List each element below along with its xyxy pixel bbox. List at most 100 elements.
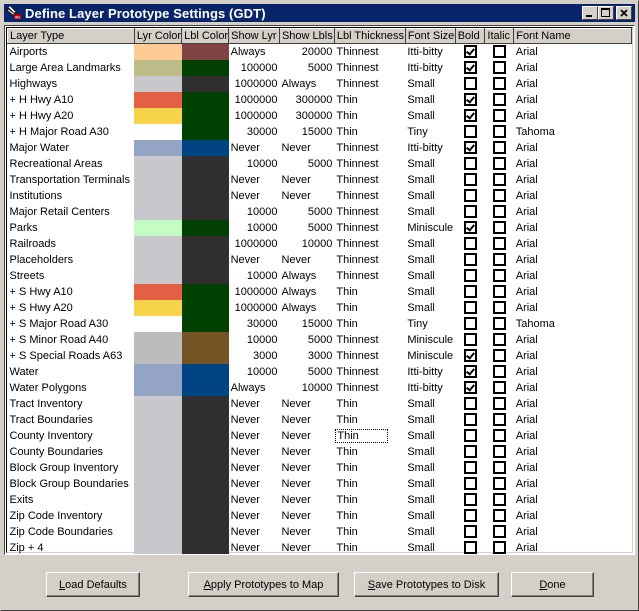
italic-cell[interactable] xyxy=(485,204,514,220)
bold-checkbox[interactable] xyxy=(463,157,477,170)
show-lyr-cell[interactable]: 1000000 xyxy=(229,300,280,316)
show-lbls-cell[interactable]: Never xyxy=(279,396,334,412)
italic-checkbox[interactable] xyxy=(492,269,506,282)
lbl-color-swatch[interactable] xyxy=(181,219,229,236)
lbl-color-swatch[interactable] xyxy=(181,379,229,396)
italic-cell[interactable] xyxy=(485,396,514,412)
show-lbls-cell[interactable]: Never xyxy=(279,140,334,156)
italic-cell[interactable] xyxy=(485,332,514,348)
show-lyr-cell[interactable]: Never xyxy=(229,492,280,508)
lbl-color-swatch[interactable] xyxy=(181,75,229,92)
layer-type-cell[interactable]: + S Hwy A10 xyxy=(8,284,135,300)
show-lyr-cell[interactable]: 1000000 xyxy=(229,76,280,92)
table-row[interactable]: County Inventory Never Never Thin Small Arial xyxy=(8,427,632,444)
bold-cell[interactable] xyxy=(455,492,485,508)
lyr-color-swatch[interactable] xyxy=(134,379,182,396)
italic-cell[interactable] xyxy=(485,92,514,108)
italic-checkbox[interactable] xyxy=(492,189,506,202)
table-row[interactable]: Transportation Terminals Never Never Thinne… xyxy=(8,171,632,188)
italic-checkbox[interactable] xyxy=(492,301,506,314)
font-name-cell[interactable]: Arial xyxy=(514,508,632,524)
italic-cell[interactable] xyxy=(485,444,514,460)
bold-checkbox[interactable] xyxy=(463,509,477,522)
show-lyr-cell[interactable]: 1000000 xyxy=(229,92,280,108)
bold-cell[interactable] xyxy=(455,364,485,380)
lyr-color-swatch[interactable] xyxy=(134,155,182,172)
italic-checkbox[interactable] xyxy=(492,125,506,138)
italic-checkbox[interactable] xyxy=(492,221,506,234)
bold-checkbox[interactable] xyxy=(463,477,477,490)
lbl-thickness-cell[interactable]: Thinnest xyxy=(334,252,405,268)
font-name-cell[interactable]: Arial xyxy=(514,76,632,92)
bold-checkbox[interactable] xyxy=(463,61,477,74)
font-size-cell[interactable]: Miniscule xyxy=(405,220,455,236)
bold-checkbox[interactable] xyxy=(463,269,477,282)
lbl-thickness-cell[interactable]: Thinnest xyxy=(334,140,405,156)
bold-cell[interactable] xyxy=(455,92,485,108)
font-size-cell[interactable]: Small xyxy=(405,540,455,555)
lbl-color-swatch[interactable] xyxy=(181,155,229,172)
lbl-thickness-cell[interactable]: Thinnest xyxy=(334,44,405,60)
lbl-thickness-cell[interactable]: Thinnest xyxy=(334,172,405,188)
lbl-thickness-cell[interactable]: Thinnest xyxy=(334,380,405,396)
bold-checkbox[interactable] xyxy=(463,285,477,298)
lbl-color-swatch[interactable] xyxy=(181,475,229,492)
lbl-thickness-cell[interactable]: Thin xyxy=(334,492,405,508)
show-lyr-cell[interactable]: 10000 xyxy=(229,220,280,236)
show-lbls-cell[interactable]: Never xyxy=(279,492,334,508)
column-header-lbl-color[interactable]: Lbl Color xyxy=(181,28,230,44)
lyr-color-swatch[interactable] xyxy=(134,491,182,508)
layer-type-cell[interactable]: Zip Code Boundaries xyxy=(8,524,135,540)
layer-type-cell[interactable]: Block Group Boundaries xyxy=(8,476,135,492)
lbl-color-swatch[interactable] xyxy=(181,203,229,220)
lbl-color-swatch[interactable] xyxy=(181,107,229,124)
lbl-color-swatch[interactable] xyxy=(181,411,229,428)
bold-checkbox[interactable] xyxy=(463,77,477,90)
show-lyr-cell[interactable]: 10000 xyxy=(229,156,280,172)
font-name-cell[interactable]: Arial xyxy=(514,268,632,284)
lbl-thickness-cell[interactable]: Thin xyxy=(334,524,405,540)
lbl-color-swatch[interactable] xyxy=(181,443,229,460)
font-name-cell[interactable]: Arial xyxy=(514,444,632,460)
lbl-color-swatch[interactable] xyxy=(181,187,229,204)
italic-checkbox[interactable] xyxy=(492,477,506,490)
lbl-thickness-cell[interactable]: Thinnest xyxy=(334,332,405,348)
show-lyr-cell[interactable]: 3000 xyxy=(229,348,280,364)
lbl-color-swatch[interactable] xyxy=(181,427,229,444)
lbl-thickness-cell[interactable]: Thinnest xyxy=(334,220,405,236)
font-name-cell[interactable]: Arial xyxy=(514,284,632,300)
show-lbls-cell[interactable]: 10000 xyxy=(279,380,334,396)
lyr-color-swatch[interactable] xyxy=(134,75,182,92)
italic-checkbox[interactable] xyxy=(492,429,506,442)
lbl-thickness-cell[interactable]: Thinnest xyxy=(334,204,405,220)
italic-cell[interactable] xyxy=(485,108,514,124)
show-lyr-cell[interactable]: 10000 xyxy=(229,204,280,220)
show-lbls-cell[interactable]: 5000 xyxy=(279,156,334,172)
lyr-color-swatch[interactable] xyxy=(134,219,182,236)
layer-grid[interactable]: Layer Type Lyr Color Lbl Color Show Lyr … xyxy=(4,25,635,555)
lyr-color-swatch[interactable] xyxy=(134,267,182,284)
table-row[interactable]: Water Polygons Always 10000 Thinnest Itti-bi… xyxy=(8,379,632,396)
show-lyr-cell[interactable]: Never xyxy=(229,428,280,444)
lyr-color-swatch[interactable] xyxy=(134,347,182,364)
column-header-italic[interactable]: Italic xyxy=(484,28,515,44)
font-size-cell[interactable]: Small xyxy=(405,156,455,172)
italic-checkbox[interactable] xyxy=(492,77,506,90)
show-lbls-cell[interactable]: 5000 xyxy=(279,332,334,348)
lbl-thickness-cell[interactable]: Thinnest xyxy=(334,236,405,252)
layer-type-cell[interactable]: Major Retail Centers xyxy=(8,204,135,220)
table-row[interactable]: Zip Code Inventory Never Never Thin Small Ari… xyxy=(8,507,632,524)
font-size-cell[interactable]: Small xyxy=(405,460,455,476)
lbl-thickness-cell[interactable]: Thin xyxy=(334,428,405,444)
lbl-thickness-cell[interactable]: Thinnest xyxy=(334,60,405,76)
lbl-thickness-cell[interactable]: Thin xyxy=(334,108,405,124)
bold-checkbox[interactable] xyxy=(463,221,477,234)
layer-type-cell[interactable]: + H Hwy A20 xyxy=(8,108,135,124)
bold-cell[interactable] xyxy=(455,172,485,188)
show-lyr-cell[interactable]: 1000000 xyxy=(229,236,280,252)
bold-checkbox[interactable] xyxy=(463,413,477,426)
lyr-color-swatch[interactable] xyxy=(134,107,182,124)
lyr-color-swatch[interactable] xyxy=(134,331,182,348)
italic-cell[interactable] xyxy=(485,236,514,252)
table-row[interactable]: Major Water Never Never Thinnest Itti-bitty A… xyxy=(8,139,632,156)
